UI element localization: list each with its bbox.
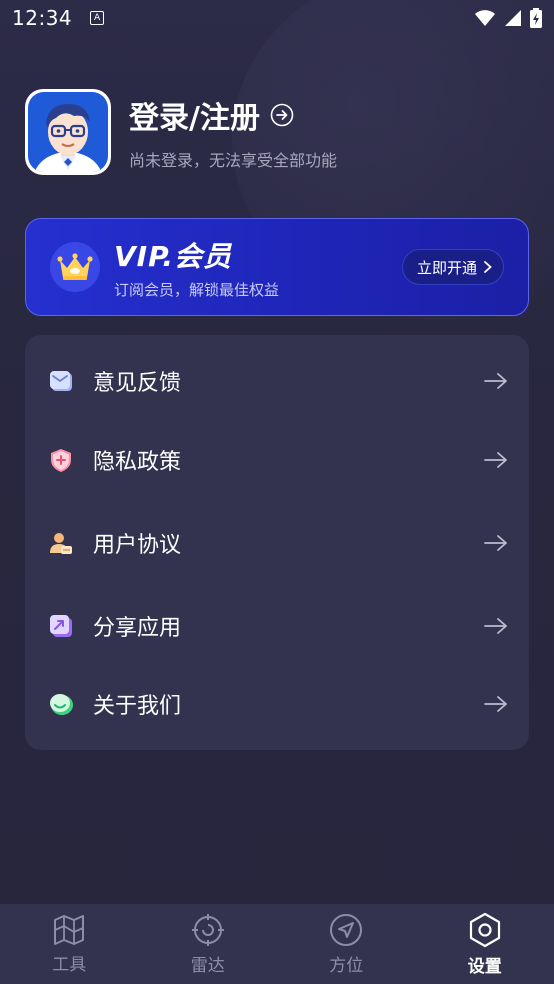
settings-hex-icon	[469, 912, 500, 947]
nav-tab-direction[interactable]: 方位	[277, 904, 416, 984]
settings-menu: 意见反馈 隐私政策 用户协议 分享应用 关于我们	[25, 335, 529, 750]
login-register-title[interactable]: 登录/注册	[129, 93, 260, 137]
nav-label: 设置	[467, 956, 502, 977]
menu-item-privacy[interactable]: 隐私政策	[25, 432, 529, 488]
menu-label: 关于我们	[93, 694, 182, 719]
login-subtitle: 尚未登录，无法享受全部功能	[129, 151, 338, 170]
arrow-right-icon	[484, 618, 507, 634]
menu-label: 意见反馈	[93, 371, 182, 396]
signal-icon	[505, 10, 521, 26]
bottom-navigation: 工具 雷达 方位 设置	[0, 904, 554, 984]
nav-tab-tools[interactable]: 工具	[0, 904, 139, 984]
menu-item-share[interactable]: 分享应用	[25, 598, 529, 654]
about-icon	[47, 690, 75, 718]
direction-icon	[330, 913, 363, 946]
user-agreement-icon	[47, 529, 75, 557]
menu-item-user-agreement[interactable]: 用户协议	[25, 515, 529, 571]
arrow-right-icon	[484, 535, 507, 551]
arrow-right-icon	[484, 452, 507, 468]
wifi-icon	[475, 10, 495, 26]
arrow-right-icon	[484, 696, 507, 712]
vip-activate-label: 立即开通	[416, 258, 477, 277]
arrow-circle-right-icon[interactable]	[270, 103, 294, 127]
nav-tab-radar[interactable]: 雷达	[139, 904, 278, 984]
chevron-right-icon	[484, 261, 492, 273]
crown-icon	[57, 253, 93, 280]
notification-icon: A	[90, 11, 105, 25]
privacy-shield-icon	[47, 446, 75, 474]
status-icons	[474, 8, 542, 28]
avatar-person-icon	[34, 104, 102, 172]
radar-icon	[191, 913, 224, 946]
nav-label: 方位	[329, 955, 364, 976]
status-bar: 12:34 A	[0, 0, 554, 36]
nav-label: 雷达	[190, 955, 225, 976]
share-icon	[47, 612, 75, 640]
status-clock: 12:34	[12, 6, 73, 30]
nav-label: 工具	[52, 954, 87, 975]
vip-subtitle: 订阅会员，解锁最佳权益	[114, 280, 280, 299]
arrow-right-icon	[484, 373, 507, 389]
vip-title: VIP.会员	[114, 239, 233, 273]
profile-header[interactable]: 登录/注册 尚未登录，无法享受全部功能	[25, 89, 337, 175]
avatar[interactable]	[25, 89, 111, 175]
vip-banner[interactable]: VIP.会员 订阅会员，解锁最佳权益 立即开通	[25, 218, 529, 316]
battery-icon	[530, 8, 542, 28]
vip-activate-button[interactable]: 立即开通	[401, 249, 504, 285]
crown-badge	[50, 242, 100, 292]
nav-tab-settings[interactable]: 设置	[416, 904, 554, 984]
settings-screen: 12:34 A 登录/注册 尚未登录，无法享受全部功能 VIP.会员 订阅会员，…	[0, 0, 554, 984]
menu-label: 隐私政策	[93, 450, 182, 475]
menu-label: 分享应用	[93, 616, 182, 641]
tools-map-icon	[54, 914, 85, 945]
menu-label: 用户协议	[93, 533, 182, 558]
menu-item-feedback[interactable]: 意见反馈	[25, 353, 529, 409]
menu-item-about[interactable]: 关于我们	[25, 676, 529, 732]
feedback-icon	[47, 367, 75, 395]
